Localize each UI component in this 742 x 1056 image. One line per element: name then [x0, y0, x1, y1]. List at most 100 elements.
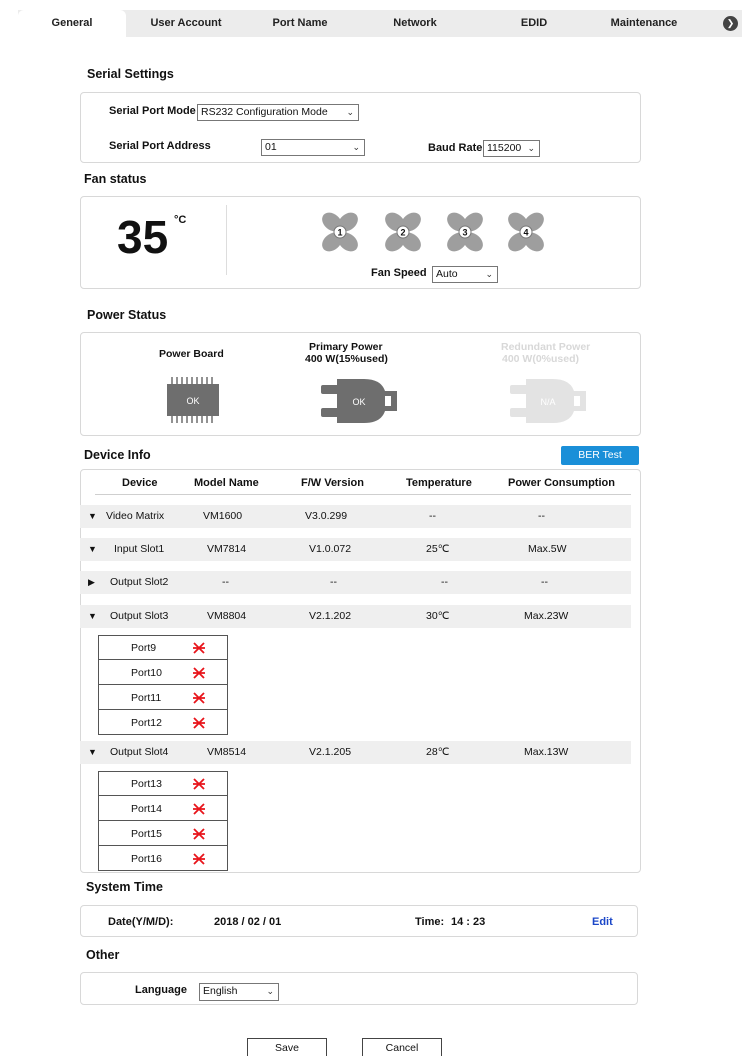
port-name: Port9	[131, 642, 157, 654]
power-board-label: Power Board	[159, 348, 224, 360]
chevron-down-icon: ⌄	[527, 143, 535, 153]
fw-cell: V3.0.299	[305, 510, 348, 522]
disconnected-x-icon	[193, 853, 205, 865]
disconnected-x-icon	[193, 803, 205, 815]
port-list-slot3: Port9 Port10 Port11 Port12	[98, 635, 228, 735]
power-cell: Max.5W	[528, 543, 567, 555]
temp-cell: 30℃	[426, 610, 450, 622]
redundant-power-usage: 400 W(0%used)	[502, 353, 580, 365]
column-header-temperature: Temperature	[406, 477, 472, 489]
model-cell: --	[222, 576, 229, 588]
redundant-power-plug-icon: N/A	[510, 379, 586, 423]
power-board-status: OK	[186, 396, 199, 406]
fan-speed-select[interactable]: Auto ⌄	[432, 266, 498, 283]
temp-cell: --	[441, 576, 448, 588]
list-item: Port13	[99, 772, 227, 796]
fw-cell: V1.0.072	[309, 543, 352, 555]
tab-maintenance[interactable]: Maintenance	[592, 10, 696, 37]
column-header-device: Device	[122, 477, 158, 489]
other-title: Other	[86, 948, 120, 962]
port-name: Port11	[131, 692, 162, 704]
temp-cell: 25℃	[426, 543, 450, 555]
list-item: Port14	[99, 797, 227, 821]
fan-3-number: 3	[462, 228, 467, 238]
language-select[interactable]: English ⌄	[199, 983, 279, 1001]
serial-port-address-label: Serial Port Address	[109, 140, 211, 152]
list-item: Port10	[99, 661, 227, 685]
ber-test-button[interactable]: BER Test	[561, 446, 639, 465]
tab-network[interactable]: Network	[354, 10, 476, 37]
table-row[interactable]: ▶ Output Slot2 -- -- -- --	[80, 571, 631, 594]
header-divider	[95, 494, 631, 495]
expand-right-icon[interactable]: ▶	[88, 571, 95, 594]
power-status-panel: Power Board OK Primary Power 400 W(15%us…	[80, 332, 641, 436]
edit-time-link[interactable]: Edit	[592, 916, 613, 928]
column-header-model: Model Name	[194, 477, 259, 489]
column-header-fw: F/W Version	[301, 477, 364, 489]
fan-1-icon: 1	[322, 212, 358, 252]
device-cell: Output Slot3	[110, 610, 169, 622]
tab-user-account[interactable]: User Account	[126, 10, 246, 37]
power-cell: --	[538, 510, 545, 522]
port-name: Port13	[131, 778, 162, 790]
expand-down-icon[interactable]: ▼	[88, 538, 97, 561]
table-row[interactable]: ▼ Output Slot3 VM8804 V2.1.202 30℃ Max.2…	[80, 605, 631, 628]
port-name: Port15	[131, 828, 162, 840]
temp-cell: 28℃	[426, 746, 450, 758]
expand-down-icon[interactable]: ▼	[88, 741, 97, 764]
serial-port-mode-select[interactable]: RS232 Configuration Mode ⌄	[197, 104, 359, 121]
power-cell: Max.23W	[524, 610, 569, 622]
column-header-power: Power Consumption	[508, 477, 615, 489]
tab-general[interactable]: General	[18, 10, 126, 37]
list-item: Port15	[99, 822, 227, 846]
power-cell: --	[541, 576, 548, 588]
tab-edid[interactable]: EDID	[476, 10, 592, 37]
primary-power-usage: 400 W(15%used)	[305, 353, 388, 365]
disconnected-x-icon	[193, 717, 205, 729]
primary-power-label: Primary Power	[309, 341, 383, 353]
model-cell: VM7814	[207, 543, 247, 555]
fan-speed-value: Auto	[436, 268, 458, 280]
list-item: Port9	[99, 636, 227, 660]
device-info-title: Device Info	[84, 448, 151, 462]
fan-speed-label: Fan Speed	[371, 267, 427, 279]
serial-settings-panel: Serial Port Mode RS232 Configuration Mod…	[80, 92, 641, 163]
fw-cell: V2.1.202	[309, 610, 352, 622]
disconnected-x-icon	[193, 692, 205, 704]
device-cell: Input Slot1	[114, 543, 165, 555]
disconnected-x-icon	[193, 778, 205, 790]
serial-port-mode-value: RS232 Configuration Mode	[201, 106, 328, 118]
tab-bar: General User Account Port Name Network E…	[18, 10, 742, 37]
disconnected-x-icon	[193, 828, 205, 840]
chevron-down-icon: ⌄	[352, 142, 360, 152]
device-cell: Output Slot4	[110, 746, 169, 758]
table-row[interactable]: ▼ Output Slot4 VM8514 V2.1.205 28℃ Max.1…	[80, 741, 631, 764]
fw-cell: V2.1.205	[309, 746, 352, 758]
expand-down-icon[interactable]: ▼	[88, 605, 97, 628]
save-button[interactable]: Save	[247, 1038, 327, 1056]
expand-down-icon[interactable]: ▼	[88, 505, 97, 528]
primary-power-status: OK	[352, 397, 365, 407]
chevron-right-icon[interactable]: ❯	[723, 16, 738, 31]
device-cell: Output Slot2	[110, 576, 169, 588]
disconnected-x-icon	[193, 667, 205, 679]
disconnected-x-icon	[193, 642, 205, 654]
chevron-down-icon: ⌄	[485, 269, 493, 279]
table-row[interactable]: ▼ Input Slot1 VM7814 V1.0.072 25℃ Max.5W	[80, 538, 631, 561]
model-cell: VM8804	[207, 610, 247, 622]
serial-port-address-select[interactable]: 01 ⌄	[261, 139, 365, 156]
tab-port-name[interactable]: Port Name	[246, 10, 354, 37]
port-name: Port14	[131, 803, 162, 815]
list-item: Port12	[99, 711, 227, 735]
serial-port-mode-label: Serial Port Mode	[109, 105, 196, 117]
baud-rate-select[interactable]: 115200 ⌄	[483, 140, 540, 157]
cancel-button[interactable]: Cancel	[362, 1038, 442, 1056]
model-cell: VM1600	[203, 510, 243, 522]
temp-cell: --	[429, 510, 436, 522]
time-label: Time:	[415, 916, 445, 928]
date-label: Date(Y/M/D):	[108, 916, 174, 928]
power-status-title: Power Status	[87, 308, 167, 322]
table-row[interactable]: ▼ Video Matrix VM1600 V3.0.299 -- --	[80, 505, 631, 528]
list-item: Port16	[99, 847, 227, 871]
system-time-title: System Time	[86, 880, 163, 894]
